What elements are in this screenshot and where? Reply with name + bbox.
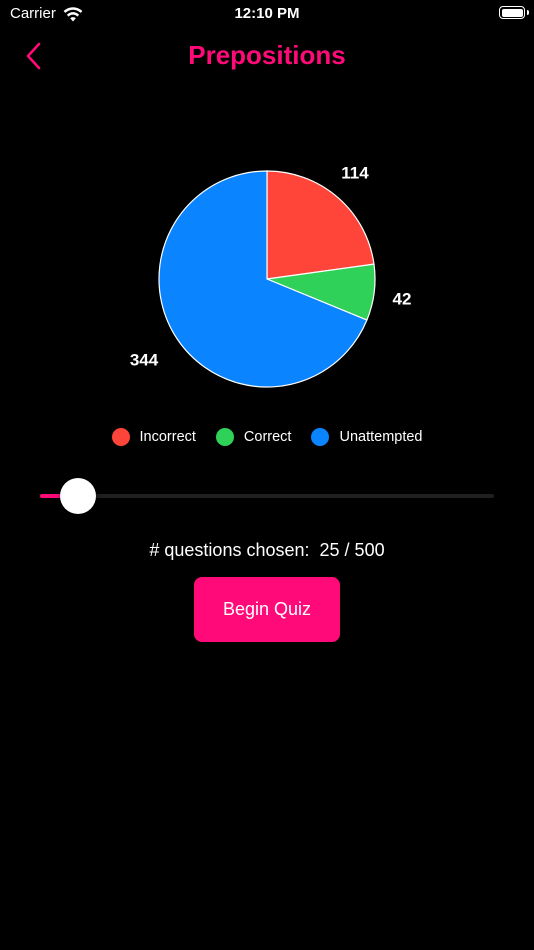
status-time: 12:10 PM xyxy=(234,5,300,22)
slider-track[interactable] xyxy=(40,494,494,498)
pie-chart-svg: 114 42 344 xyxy=(130,163,412,388)
pie-value-label-correct: 42 xyxy=(393,289,412,308)
legend-item-correct: Correct xyxy=(215,428,292,446)
legend-label-unattempted: Unattempted xyxy=(339,429,423,445)
questions-chosen-value: 25 / 500 xyxy=(319,540,385,560)
pie-slice-incorrect xyxy=(266,170,375,280)
pie-value-label-incorrect: 114 xyxy=(341,163,369,182)
questions-chosen-row: # questions chosen: 25 / 500 xyxy=(0,540,534,561)
legend-item-unattempted: Unattempted xyxy=(311,428,423,446)
legend-label-correct: Correct xyxy=(243,429,292,445)
legend-dot-correct xyxy=(215,428,234,446)
progress-pie-chart: 114 42 344 xyxy=(0,140,534,410)
legend-dot-unattempted xyxy=(311,428,330,446)
status-bar: Carrier 12:10 PM xyxy=(0,0,534,30)
legend-item-incorrect: Incorrect xyxy=(111,428,196,446)
legend-dot-incorrect xyxy=(111,428,130,446)
questions-chosen-label: # questions chosen: xyxy=(149,540,310,560)
navigation-bar: Prepositions xyxy=(0,32,534,78)
begin-quiz-button[interactable]: Begin Quiz xyxy=(194,577,340,642)
question-count-slider[interactable] xyxy=(40,478,494,514)
page-title: Prepositions xyxy=(188,40,346,70)
legend-label-incorrect: Incorrect xyxy=(139,429,196,445)
battery-icon xyxy=(499,6,525,19)
pie-value-label-unattempted: 344 xyxy=(130,350,159,369)
slider-thumb[interactable] xyxy=(60,478,97,514)
chart-legend: Incorrect Correct Unattempted xyxy=(0,428,534,446)
battery-level xyxy=(501,8,523,17)
